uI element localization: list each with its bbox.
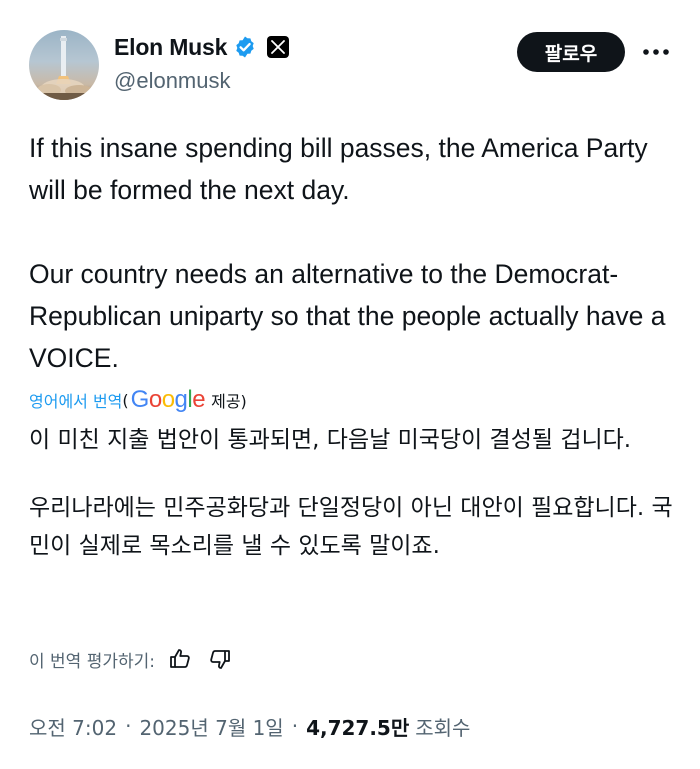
views-count[interactable]: 4,727.5만 (306, 712, 409, 741)
thumbs-down-icon[interactable] (205, 644, 235, 674)
rate-translation-label: 이 번역 평가하기: (29, 651, 156, 672)
separator: · (291, 714, 299, 738)
thumbs-up-icon[interactable] (165, 644, 195, 674)
author-display-name[interactable]: Elon Musk (114, 34, 227, 61)
paren-open: ( (122, 390, 129, 410)
translated-paragraph: 이 미친 지출 법안이 통과되면, 다음날 미국당이 결성될 겁니다. (29, 427, 632, 453)
tweet-meta: 오전 7:02 · 2025년 7월 1일 · 4,727.5만 조회수 (29, 708, 470, 744)
tweet-paragraph: If this insane spending bill passes, the… (29, 133, 656, 205)
tweet-container: Elon Musk @elonmusk 팔로우 If this insane s… (0, 0, 700, 769)
more-dots-icon[interactable] (640, 38, 672, 66)
translated-text: 이 미친 지출 법안이 통과되면, 다음날 미국당이 결성될 겁니다. 우리나라… (29, 421, 679, 565)
tweet-paragraph: Our country needs an alternative to the … (29, 259, 673, 373)
author-name-row: Elon Musk (114, 32, 290, 62)
author-handle[interactable]: @elonmusk (114, 68, 231, 94)
tweet-date[interactable]: 2025년 7월 1일 (139, 712, 283, 741)
google-logo: Google (130, 386, 206, 413)
translation-attribution: 영어에서 번역 ( Google 제공) (29, 385, 247, 415)
follow-button[interactable]: 팔로우 (517, 32, 625, 72)
tweet-text: If this insane spending bill passes, the… (29, 127, 679, 379)
avatar[interactable] (29, 30, 99, 100)
verified-badge-icon (233, 35, 257, 59)
x-logo-icon[interactable] (267, 36, 290, 58)
translated-paragraph: 우리나라에는 민주공화당과 단일정당이 아닌 대안이 필요합니다. 국민이 실제… (29, 495, 673, 559)
views-label: 조회수 (415, 715, 471, 740)
rocket-launch-image (29, 36, 99, 100)
rate-translation-row: 이 번역 평가하기: (29, 644, 235, 674)
provided-label: 제공) (211, 392, 247, 411)
separator: · (125, 714, 132, 738)
tweet-time[interactable]: 오전 7:02 (29, 712, 117, 741)
translated-from-link[interactable]: 영어에서 번역 (29, 388, 122, 412)
